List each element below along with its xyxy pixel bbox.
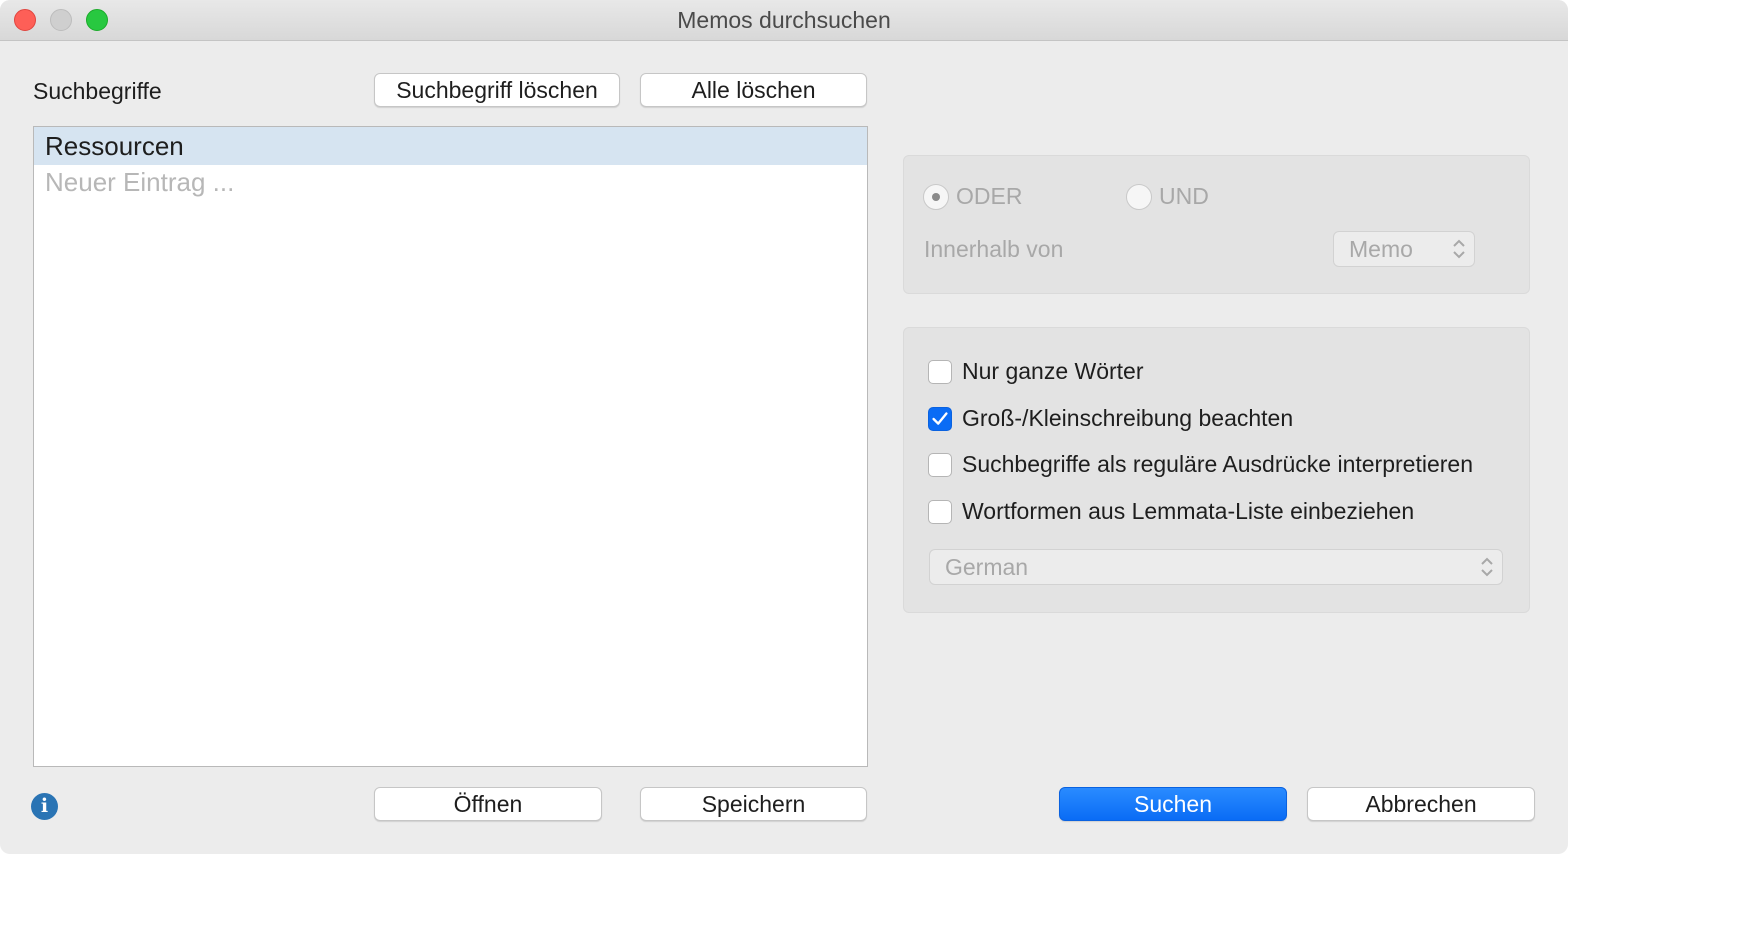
option-regex[interactable]: Suchbegriffe als reguläre Ausdrücke inte… xyxy=(928,451,1473,478)
regex-label: Suchbegriffe als reguläre Ausdrücke inte… xyxy=(962,451,1473,477)
radio-or-label: ODER xyxy=(956,183,1023,209)
search-memos-dialog: Memos durchsuchen Suchbegriffe Suchbegri… xyxy=(0,0,1568,854)
options-group: Nur ganze Wörter Groß-/Kleinschreibung b… xyxy=(903,327,1530,613)
radio-and-label: UND xyxy=(1159,183,1209,209)
option-case-sensitive[interactable]: Groß-/Kleinschreibung beachten xyxy=(928,405,1293,432)
language-select-value: German xyxy=(945,554,1029,580)
chevron-up-down-icon xyxy=(1453,239,1465,259)
radio-and[interactable]: UND xyxy=(1126,183,1209,210)
info-icon[interactable]: i xyxy=(31,793,58,820)
chevron-up-down-icon xyxy=(1481,557,1493,577)
option-lemmata[interactable]: Wortformen aus Lemmata-Liste einbeziehen xyxy=(928,498,1414,525)
radio-and-button[interactable] xyxy=(1126,183,1152,210)
new-entry-placeholder[interactable]: Neuer Eintrag ... xyxy=(34,165,867,201)
within-select-value: Memo xyxy=(1349,236,1413,262)
list-item-ressourcen[interactable]: Ressourcen xyxy=(34,127,867,165)
cancel-button[interactable]: Abbrechen xyxy=(1307,787,1535,821)
whole-words-checkbox[interactable] xyxy=(928,359,952,384)
logic-group: ODER UND Innerhalb von Memo xyxy=(903,155,1530,294)
case-sensitive-label: Groß-/Kleinschreibung beachten xyxy=(962,405,1294,431)
lemmata-checkbox[interactable] xyxy=(928,499,952,524)
delete-search-term-button[interactable]: Suchbegriff löschen xyxy=(374,73,620,107)
search-terms-list[interactable]: Ressourcen Neuer Eintrag ... xyxy=(33,126,868,767)
radio-or[interactable]: ODER xyxy=(923,183,1022,210)
within-select[interactable]: Memo xyxy=(1333,231,1475,267)
checkmark-icon xyxy=(932,411,948,425)
delete-all-button[interactable]: Alle löschen xyxy=(640,73,867,107)
radio-or-button[interactable] xyxy=(923,183,949,210)
lemmata-label: Wortformen aus Lemmata-Liste einbeziehen xyxy=(962,498,1415,524)
search-terms-label: Suchbegriffe xyxy=(33,78,162,104)
open-button[interactable]: Öffnen xyxy=(374,787,602,821)
search-button[interactable]: Suchen xyxy=(1059,787,1287,821)
case-sensitive-checkbox[interactable] xyxy=(928,406,952,431)
within-label: Innerhalb von xyxy=(924,236,1064,262)
option-whole-words[interactable]: Nur ganze Wörter xyxy=(928,358,1144,385)
window-title: Memos durchsuchen xyxy=(677,7,891,33)
language-select[interactable]: German xyxy=(929,549,1503,585)
title-bar: Memos durchsuchen xyxy=(0,0,1568,41)
regex-checkbox[interactable] xyxy=(928,452,952,477)
save-button[interactable]: Speichern xyxy=(640,787,867,821)
whole-words-label: Nur ganze Wörter xyxy=(962,358,1144,384)
